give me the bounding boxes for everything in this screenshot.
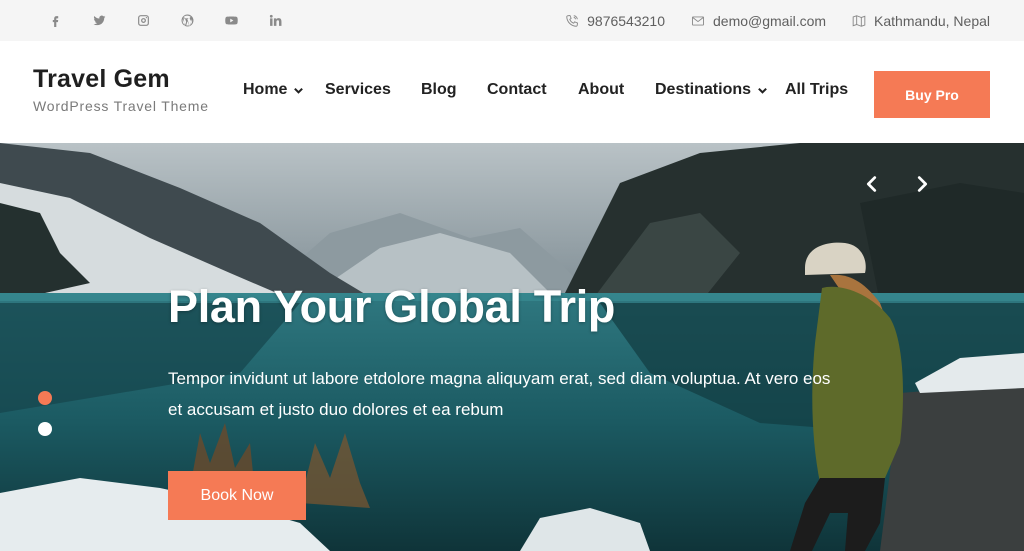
phone-icon	[566, 14, 579, 27]
book-now-button[interactable]: Book Now	[168, 471, 306, 520]
linkedin-icon[interactable]	[264, 10, 286, 32]
wordpress-icon[interactable]	[176, 10, 198, 32]
instagram-icon[interactable]	[132, 10, 154, 32]
hero-description: Tempor invidunt ut labore etdolore magna…	[168, 369, 831, 419]
nav-item-services[interactable]: Services	[325, 81, 391, 99]
phone-number: 9876543210	[587, 12, 665, 29]
nav-item-label: Blog	[421, 81, 457, 98]
email-contact[interactable]: demo@gmail.com	[691, 13, 826, 29]
nav-item-label: About	[578, 81, 625, 98]
phone-contact[interactable]: 9876543210	[565, 13, 665, 29]
envelope-icon	[691, 15, 705, 26]
nav-item-contact[interactable]: Contact	[487, 81, 547, 99]
location-contact: Kathmandu, Nepal	[852, 13, 990, 29]
map-icon	[852, 14, 866, 27]
top-bar: 9876543210 demo@gmail.com Kathmandu, Nep…	[0, 0, 1024, 41]
buy-pro-button[interactable]: Buy Pro	[874, 71, 990, 118]
email-address: demo@gmail.com	[713, 12, 827, 29]
nav-item-label: Home	[243, 81, 288, 98]
site-branding: Travel Gem WordPress Travel Theme	[33, 65, 209, 114]
twitter-icon[interactable]	[88, 10, 110, 32]
site-title[interactable]: Travel Gem	[33, 65, 209, 94]
nav-item-home[interactable]: Home	[243, 81, 304, 99]
facebook-icon[interactable]	[44, 10, 66, 32]
nav-item-about[interactable]: About	[578, 81, 624, 99]
nav-item-label: Services	[325, 81, 391, 98]
nav-item-label: Contact	[487, 81, 547, 98]
slider-prev-button[interactable]	[861, 173, 883, 195]
site-header: Travel Gem WordPress Travel Theme Home S…	[0, 41, 1024, 143]
site-tagline: WordPress Travel Theme	[33, 98, 209, 114]
nav-item-blog[interactable]: Blog	[421, 81, 457, 99]
chevron-left-icon	[866, 176, 877, 192]
chevron-down-icon	[758, 87, 767, 94]
chevron-down-icon	[294, 87, 304, 94]
slider-dot-1[interactable]	[38, 391, 52, 405]
slider-dot-2[interactable]	[38, 422, 52, 436]
nav-item-all-trips[interactable]: All Trips	[785, 81, 848, 99]
nav-item-destinations[interactable]: Destinations	[655, 81, 768, 99]
social-links	[44, 0, 308, 41]
nav-item-label: Destinations	[655, 81, 752, 98]
hero-title: Plan Your Global Trip	[168, 281, 616, 332]
slider-next-button[interactable]	[911, 173, 933, 195]
location-text: Kathmandu, Nepal	[874, 12, 990, 29]
contact-info: 9876543210 demo@gmail.com Kathmandu, Nep…	[539, 0, 990, 41]
chevron-right-icon	[917, 176, 928, 192]
hero-slider: Plan Your Global Trip Tempor invidunt ut…	[0, 143, 1024, 551]
youtube-icon[interactable]	[220, 10, 242, 32]
hero-background-image	[0, 143, 1024, 551]
nav-item-label: All Trips	[785, 81, 849, 98]
